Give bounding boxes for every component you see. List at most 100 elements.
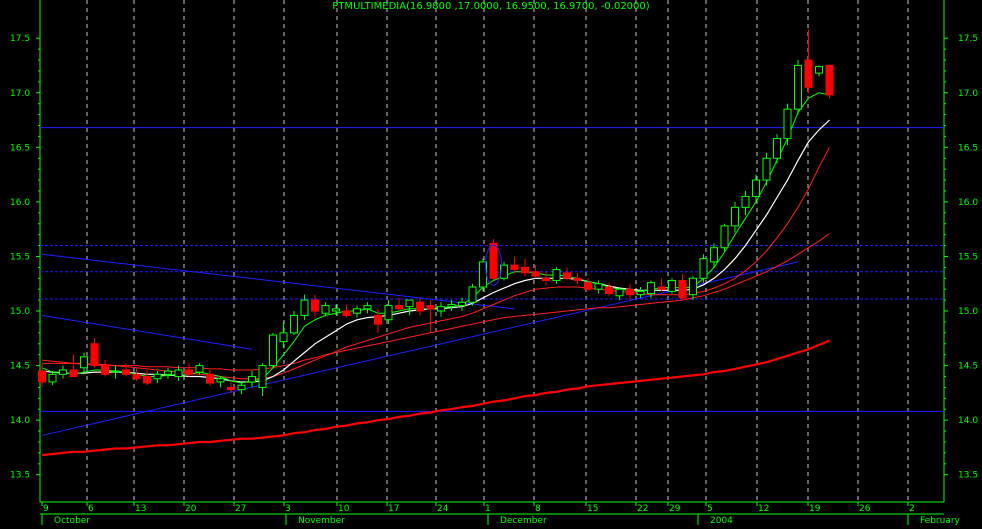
candle-down [311,299,319,312]
candle-up [699,258,708,279]
candle-up [689,277,697,296]
y-tick-label-right: 14.0 [958,416,978,426]
y-tick-label-right: 16.0 [958,198,978,208]
candle-up [269,334,277,367]
candle-down [510,264,519,271]
candle-up [720,225,729,249]
candle-up [773,138,781,159]
x-day-label: 24 [437,504,449,514]
x-day-label: 20 [185,504,197,514]
candle-down [374,314,382,325]
candle-down [395,305,403,310]
trendline [41,253,515,310]
candle-up [237,384,246,391]
candle-down [657,286,666,290]
candle-up [321,305,330,314]
candle-down [678,279,687,299]
x-day-label: 9 [43,504,49,514]
x-day-label: 8 [535,504,541,514]
candle-up [762,157,771,181]
candle-down [542,277,550,281]
x-day-label: 17 [388,504,399,514]
x-month-label: November [298,516,345,525]
candle-up [731,206,739,227]
candle-up [216,378,225,383]
candle-down [206,373,214,384]
x-month-label: October [54,516,90,525]
x-day-label: 27 [235,504,246,514]
candle-down [563,272,571,279]
candle-down [573,277,582,281]
candle-up [195,365,204,373]
candle-up [153,373,162,380]
y-tick-label-right: 17.5 [958,34,978,44]
candle-up [363,305,372,310]
y-tick-label-left: 16.5 [10,143,30,153]
candle-down [101,365,109,375]
x-day-label: 5 [707,504,713,514]
x-day-label: 12 [758,504,769,514]
y-tick-label-right: 17.0 [958,89,978,99]
y-tick-label-right: 15.5 [958,252,978,262]
x-day-label: 13 [135,504,146,514]
candle-down [227,386,235,391]
y-tick-label-right: 15.0 [958,307,978,317]
candle-down [185,369,193,375]
x-day-label: 10 [338,504,350,514]
x-day-label: 6 [88,504,94,514]
candle-down [69,369,78,378]
y-tick-label-left: 13.5 [10,471,30,481]
candle-up [615,288,624,297]
candle-up [710,247,718,263]
candle-up [741,195,750,208]
y-tick-label-left: 15.5 [10,252,30,262]
candle-down [143,376,151,384]
candle-up [353,308,361,314]
chart-title: PTMULTIMEDIA(16.9800 ,17.0000, 16.9500, … [332,1,650,12]
candle-down [122,369,130,375]
candle-up [248,376,256,383]
candle-up [447,303,456,308]
x-month-label: 2004 [710,516,733,525]
y-tick-label-left: 17.0 [10,89,30,99]
candle-up [384,305,393,321]
x-day-label: 15 [587,504,598,514]
candle-down [342,310,351,316]
x-day-label: 22 [637,504,648,514]
ma-long-line [41,147,830,380]
candle-up [458,301,466,307]
candle-up [59,369,67,375]
candle-up [111,370,120,373]
x-month-label: February [920,516,961,525]
trendline [41,314,253,350]
candle-down [132,373,141,380]
candle-down [521,266,529,274]
y-tick-label-left: 15.0 [10,307,30,317]
candle-down [531,271,540,277]
x-day-label: 26 [859,504,871,514]
candle-down [825,64,834,96]
candle-up [437,306,445,312]
candle-up [752,179,760,197]
candle-down [804,59,813,88]
candle-up [258,365,267,388]
candle-up [80,356,88,369]
candle-up [783,108,792,140]
candle-down [626,288,634,296]
candle-up [647,282,655,295]
candle-up [668,279,676,292]
x-day-label: 2 [909,504,915,514]
candle-up [290,314,298,334]
candle-up [48,373,57,383]
stock-chart: PTMULTIMEDIA(16.9800 ,17.0000, 16.9500, … [0,0,982,526]
candle-up [794,64,802,110]
x-month-label: December [500,516,547,525]
y-tick-label-left: 14.0 [10,416,30,426]
candle-up [552,269,561,281]
candle-up [332,308,340,312]
candle-down [38,370,46,383]
x-day-label: 1 [485,504,491,514]
y-tick-label-right: 16.5 [958,143,978,153]
y-tick-label-left: 16.0 [10,198,30,208]
candle-down [584,282,592,290]
